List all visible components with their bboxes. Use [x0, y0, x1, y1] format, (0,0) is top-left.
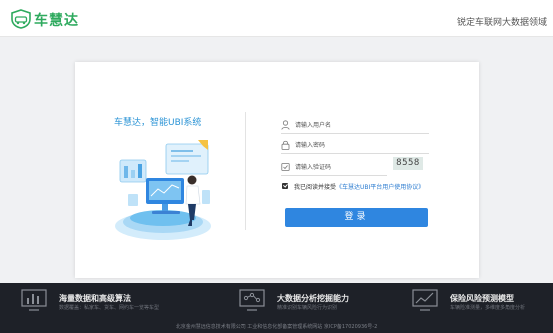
password-field [281, 138, 429, 154]
feature-desc: 数据覆盖：私家车、货车、网约车一览等车型 [59, 305, 160, 311]
captcha-icon [281, 163, 290, 171]
username-input[interactable] [295, 118, 425, 132]
brand-name: 车慧达 [34, 13, 79, 29]
user-icon [281, 120, 290, 130]
top-bar: 车慧达 锐定车联网大数据领域 [0, 0, 553, 37]
feature-desc: 精准识别车辆风险行为识别 [277, 305, 338, 311]
trend-chart-icon [412, 289, 438, 311]
lock-icon [281, 140, 290, 150]
feature-title: 大数据分析挖掘能力 [277, 294, 349, 303]
agreement-prefix: 我已阅读并接受 [294, 184, 337, 191]
footer: 海量数据和高级算法 数据覆盖：私家车、货车、网约车一览等车型 大数据分析挖掘能力… [0, 283, 553, 333]
panel-divider [245, 112, 246, 230]
system-tagline: 车慧达，智能UBI系统 [114, 118, 202, 128]
shield-car-logo-icon [11, 9, 31, 29]
copyright-text: 北京金州慧远信息技术有限公司 工业和信息化部备案管理系统网站 京ICP备1702… [175, 324, 378, 330]
feature-title: 保险风险预测模型 [450, 294, 514, 303]
captcha-image[interactable]: 8558 [393, 157, 423, 170]
captcha-input[interactable] [295, 160, 385, 174]
header-slogan: 锐定车联网大数据领域 [456, 18, 547, 28]
username-field [281, 118, 429, 134]
feature-title: 海量数据和高级算法 [59, 294, 131, 303]
feature-desc: 车辆险准测量，多维度多角度分析 [450, 305, 526, 311]
captcha-field [281, 160, 387, 176]
data-analyst-illustration [115, 140, 211, 240]
agreement-checkbox[interactable] [282, 183, 288, 189]
agreement-link[interactable]: 《车慧达UBI平台用户使用协议》 [336, 184, 424, 191]
agreement-text: 我已阅读并接受《车慧达UBI平台用户使用协议》 [294, 182, 424, 191]
login-card: 车慧达，智能UBI系统 请输入用户名 请输入验证码 8558 我已阅读并接受《车… [75, 62, 479, 278]
bar-chart-icon [21, 289, 47, 311]
password-input[interactable] [295, 138, 425, 152]
network-analysis-icon [239, 289, 265, 311]
login-button[interactable]: 登录 [285, 208, 428, 227]
